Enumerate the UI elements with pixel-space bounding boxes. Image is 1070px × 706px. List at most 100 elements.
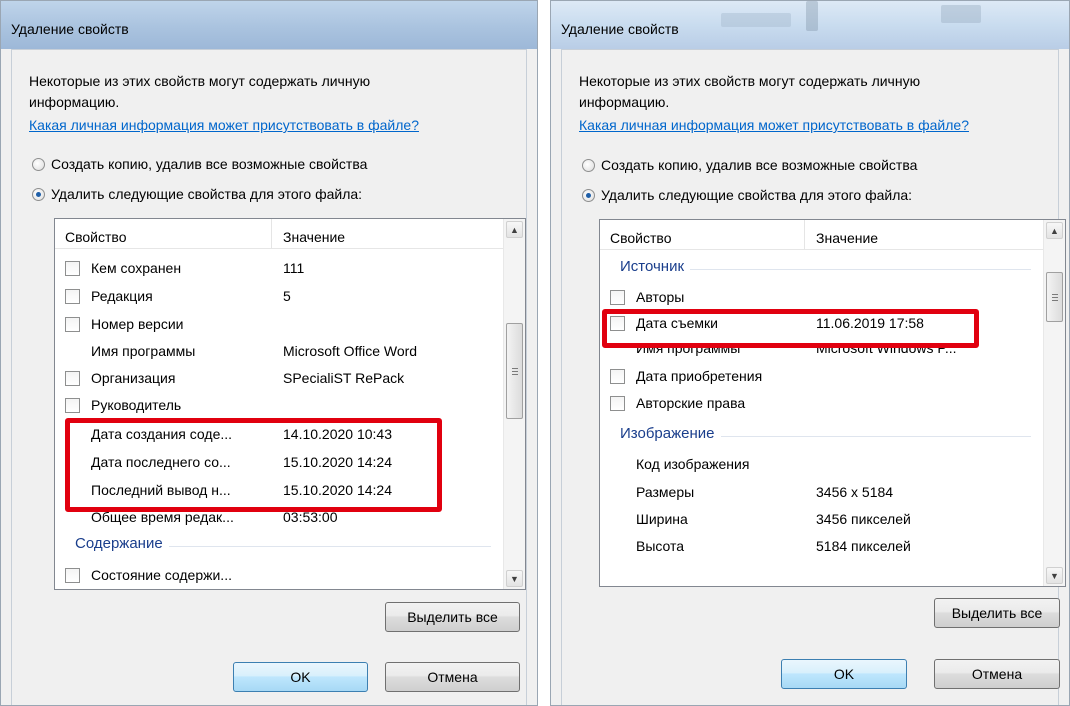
radio-create-copy[interactable]: Создать копию, удалив все возможные свой… <box>582 154 917 176</box>
scrollbar-thumb[interactable] <box>1046 272 1063 322</box>
property-name: Организация <box>91 370 176 386</box>
list-rows: Кем сохранен 111 Редакция 5 Номер версии… <box>55 249 503 589</box>
dialog-body: Некоторые из этих свойств могут содержат… <box>11 49 527 705</box>
scroll-up-arrow-icon[interactable]: ▲ <box>506 221 523 238</box>
column-separator[interactable] <box>271 219 272 249</box>
info-line-1: Некоторые из этих свойств могут содержат… <box>579 73 921 89</box>
radio-button-icon[interactable] <box>582 158 595 172</box>
list-item[interactable]: Имя программы Microsoft Office Word <box>55 339 503 366</box>
checkbox[interactable] <box>65 317 80 332</box>
cancel-button[interactable]: Отмена <box>385 662 520 692</box>
list-item[interactable]: Организация SPecialiST RePack <box>55 366 503 393</box>
select-all-button[interactable]: Выделить все <box>934 598 1060 628</box>
remove-properties-dialog-right: Удаление свойств Некоторые из этих свойс… <box>550 0 1070 706</box>
scrollbar-thumb[interactable] <box>506 323 523 419</box>
grip-line <box>512 371 518 372</box>
ok-button[interactable]: OK <box>233 662 368 692</box>
background-blur-shape <box>941 5 981 23</box>
property-name: Размеры <box>636 484 695 500</box>
checkbox[interactable] <box>65 289 80 304</box>
column-header-property[interactable]: Свойство <box>610 230 671 246</box>
property-name: Имя программы <box>91 343 196 359</box>
radio-remove-properties-label: Удалить следующие свойства для этого фай… <box>601 187 913 203</box>
list-item[interactable]: Ширина 3456 пикселей <box>600 507 1043 534</box>
list-item[interactable]: Размеры 3456 x 5184 <box>600 480 1043 507</box>
checkbox[interactable] <box>610 369 625 384</box>
list-item[interactable]: Руководитель <box>55 393 503 420</box>
list-header: Свойство Значение <box>600 220 1043 250</box>
property-name: Дата съемки <box>636 315 718 331</box>
property-name: Кем сохранен <box>91 260 182 276</box>
property-name: Ширина <box>636 511 688 527</box>
list-item[interactable]: Последний вывод н... 15.10.2020 14:24 <box>55 478 503 505</box>
properties-list[interactable]: Свойство Значение Источник Авторы Дата с… <box>599 219 1066 587</box>
list-item[interactable]: Общее время редак... 03:53:00 <box>55 505 503 532</box>
list-item[interactable]: Кем сохранен 111 <box>55 256 503 283</box>
column-header-value[interactable]: Значение <box>283 229 345 245</box>
radio-create-copy-label: Создать копию, удалив все возможные свой… <box>51 156 368 172</box>
title-bar[interactable]: Удаление свойств <box>551 1 1069 49</box>
vertical-scrollbar[interactable]: ▲ ▼ <box>503 219 525 589</box>
privacy-help-link[interactable]: Какая личная информация может присутство… <box>29 117 419 133</box>
checkbox[interactable] <box>65 261 80 276</box>
property-name: Авторы <box>636 289 685 305</box>
property-value: 14.10.2020 10:43 <box>283 426 392 442</box>
column-separator[interactable] <box>804 220 805 250</box>
property-value: 5 <box>283 288 291 304</box>
checkbox[interactable] <box>610 396 625 411</box>
property-name: Авторские права <box>636 395 746 411</box>
group-label: Содержание <box>75 535 169 552</box>
list-header: Свойство Значение <box>55 219 503 249</box>
property-value: 03:53:00 <box>283 509 338 525</box>
property-name: Последний вывод н... <box>91 482 231 498</box>
radio-button-checked-icon[interactable] <box>32 187 45 201</box>
list-item[interactable]: Дата создания соде... 14.10.2020 10:43 <box>55 422 503 449</box>
grip-line <box>1052 300 1058 301</box>
ok-button[interactable]: OK <box>781 659 907 689</box>
list-item[interactable]: Код изображения <box>600 452 1043 479</box>
privacy-help-link[interactable]: Какая личная информация может присутство… <box>579 117 969 133</box>
checkbox[interactable] <box>610 290 625 305</box>
scroll-down-arrow-icon[interactable]: ▼ <box>506 570 523 587</box>
property-value: Microsoft Office Word <box>283 343 418 359</box>
radio-remove-properties[interactable]: Удалить следующие свойства для этого фай… <box>582 184 912 206</box>
list-item[interactable]: Номер версии <box>55 312 503 339</box>
list-item[interactable]: Высота 5184 пикселей <box>600 534 1043 561</box>
column-header-value[interactable]: Значение <box>816 230 878 246</box>
radio-remove-properties[interactable]: Удалить следующие свойства для этого фай… <box>32 183 362 205</box>
scroll-down-arrow-icon[interactable]: ▼ <box>1046 567 1063 584</box>
list-item[interactable]: Дата приобретения <box>600 364 1043 391</box>
title-bar[interactable]: Удаление свойств <box>1 1 537 49</box>
property-value: 5184 пикселей <box>816 538 911 554</box>
list-item[interactable]: Имя программы Microsoft Windows P... <box>600 336 1043 363</box>
radio-button-checked-icon[interactable] <box>582 188 595 202</box>
info-line-1: Некоторые из этих свойств могут содержат… <box>29 73 371 89</box>
list-item[interactable]: Дата последнего со... 15.10.2020 14:24 <box>55 450 503 477</box>
checkbox[interactable] <box>65 568 80 583</box>
vertical-scrollbar[interactable]: ▲ ▼ <box>1043 220 1065 586</box>
list-item[interactable]: Авторы <box>600 285 1043 312</box>
list-item[interactable]: Состояние содержи... <box>55 563 503 589</box>
info-line-2: информацию. <box>579 94 670 110</box>
column-header-property[interactable]: Свойство <box>65 229 126 245</box>
radio-button-icon[interactable] <box>32 157 45 171</box>
select-all-button[interactable]: Выделить все <box>385 602 520 632</box>
radio-create-copy[interactable]: Создать копию, удалив все возможные свой… <box>32 153 367 175</box>
property-value: 11.06.2019 17:58 <box>816 315 924 331</box>
scroll-up-arrow-icon[interactable]: ▲ <box>1046 222 1063 239</box>
dialog-title: Удаление свойств <box>561 21 679 37</box>
list-item[interactable]: Дата съемки 11.06.2019 17:58 <box>600 311 1043 338</box>
checkbox[interactable] <box>65 371 80 386</box>
property-name: Дата создания соде... <box>91 426 233 442</box>
properties-list[interactable]: Свойство Значение Кем сохранен 111 Редак… <box>54 218 526 590</box>
cancel-button[interactable]: Отмена <box>934 659 1060 689</box>
list-item[interactable]: Авторские права <box>600 391 1043 418</box>
list-item[interactable]: Редакция 5 <box>55 284 503 311</box>
property-name: Руководитель <box>91 397 182 413</box>
checkbox[interactable] <box>610 316 625 331</box>
checkbox[interactable] <box>65 398 80 413</box>
property-value: 3456 пикселей <box>816 511 911 527</box>
property-name: Номер версии <box>91 316 184 332</box>
privacy-info-text: Некоторые из этих свойств могут содержат… <box>579 71 1069 113</box>
remove-properties-dialog-left: Удаление свойств Некоторые из этих свойс… <box>0 0 538 706</box>
